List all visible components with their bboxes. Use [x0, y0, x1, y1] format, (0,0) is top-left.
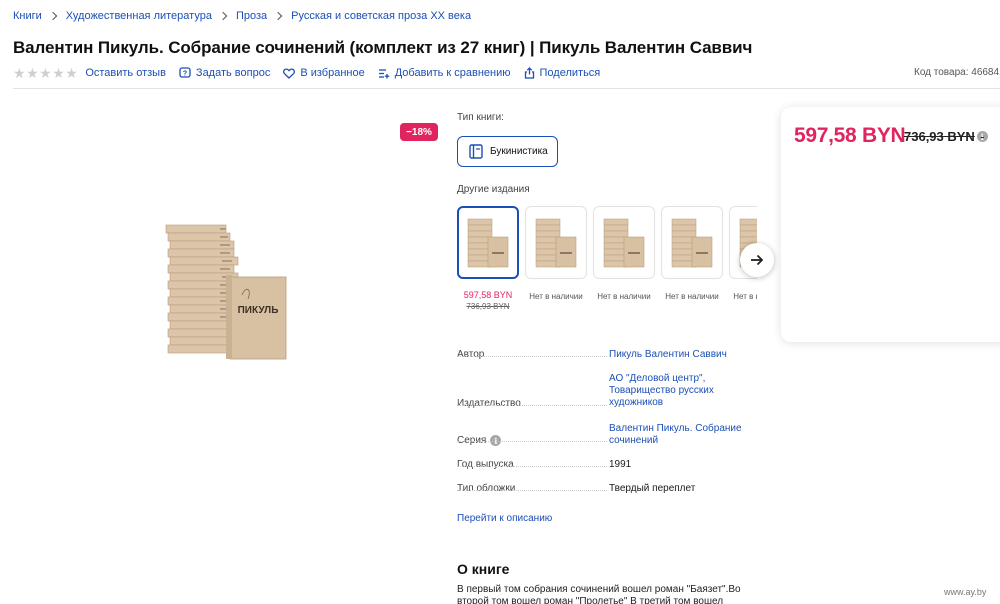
chevron-right-icon [48, 11, 58, 21]
book-type-label: Тип книги: [457, 112, 504, 123]
star-icon: ★ [26, 65, 39, 81]
add-to-compare-label: Добавить к сравнению [394, 67, 511, 79]
page-title: Валентин Пикуль. Собрание сочинений (ком… [13, 38, 753, 57]
rating-stars[interactable]: ★ ★ ★ ★ ★ [13, 66, 78, 80]
edition-thumbnail [457, 206, 519, 279]
ask-question-label: Задать вопрос [195, 67, 271, 79]
spec-leader-dots [457, 490, 607, 491]
leave-review-link[interactable]: Оставить отзыв [85, 67, 166, 79]
carousel-next-button[interactable] [740, 243, 774, 277]
compare-icon [378, 68, 389, 78]
edition-status: Нет в наличии [597, 292, 651, 301]
star-icon: ★ [39, 65, 52, 81]
edition-card[interactable]: 597,58 BYN 736,93 BYN [457, 206, 519, 311]
heart-icon [283, 67, 296, 79]
edition-card[interactable]: Нет в наличии [593, 206, 655, 301]
edition-status: Нет в наличии [529, 292, 583, 301]
question-bubble-icon: ? [179, 67, 191, 78]
edition-card[interactable]: Нет в наличии [525, 206, 587, 301]
star-icon: ★ [65, 65, 78, 81]
svg-text:?: ? [183, 70, 187, 77]
discount-badge: −18% [400, 123, 438, 141]
edition-thumbnail [525, 206, 587, 279]
spec-leader-dots [457, 405, 607, 406]
spec-leader-dots [457, 356, 607, 357]
spec-key-label: Издательство [457, 398, 521, 409]
info-icon[interactable]: i [976, 131, 988, 142]
other-editions-label: Другие издания [457, 184, 530, 195]
product-actions: ★ ★ ★ ★ ★ Оставить отзыв ? Задать вопрос… [13, 66, 613, 80]
spec-value[interactable]: Пикуль Валентин Саввич [609, 349, 749, 361]
share-icon [524, 67, 534, 79]
edition-thumbnail [593, 206, 655, 279]
share-label: Поделиться [539, 67, 601, 79]
about-book-heading: О книге [457, 561, 510, 577]
spec-leader-dots [457, 466, 607, 467]
breadcrumb-item-fiction[interactable]: Художественная литература [66, 10, 212, 22]
star-icon: ★ [52, 65, 65, 81]
edition-thumbnail [661, 206, 723, 279]
product-image[interactable]: ПИКУЛЬ [160, 215, 290, 365]
edition-status: Нет в наличии [665, 292, 719, 301]
go-to-description-link[interactable]: Перейти к описанию [457, 513, 552, 524]
spec-key-label: Автор [457, 349, 485, 360]
edition-card[interactable]: Нет в наличии [661, 206, 723, 301]
about-book-text: В первый том собрания сочинений вошел ро… [457, 584, 741, 604]
leave-review-label: Оставить отзыв [85, 67, 166, 79]
star-icon: ★ [13, 65, 26, 81]
edition-price: 597,58 BYN [463, 290, 513, 300]
book-icon [469, 144, 483, 159]
svg-text:ПИКУЛЬ: ПИКУЛЬ [238, 305, 279, 316]
divider [13, 88, 1000, 89]
add-to-compare-button[interactable]: Добавить к сравнению [378, 67, 511, 79]
spec-leader-dots [457, 441, 607, 442]
book-type-option-used[interactable]: Букинистика [457, 136, 558, 167]
edition-status: Нет в наличии [733, 292, 757, 301]
ask-question-button[interactable]: ? Задать вопрос [179, 67, 270, 79]
old-price-value: 736,93 BYN [904, 129, 975, 144]
arrow-right-icon [751, 254, 764, 266]
spec-key-label: Год выпуска [457, 459, 514, 470]
share-button[interactable]: Поделиться [524, 67, 601, 79]
spec-value: 1991 [609, 459, 632, 470]
spec-value: Твердый переплет [609, 483, 696, 494]
breadcrumb-item-soviet-prose[interactable]: Русская и советская проза XX века [291, 10, 471, 22]
chevron-right-icon [218, 11, 228, 21]
edition-old-price: 736,93 BYN [466, 302, 510, 311]
spec-value[interactable]: АО "Деловой центр", Товарищество русских… [609, 373, 749, 409]
add-to-favorites-label: В избранное [300, 67, 365, 79]
breadcrumb: Книги Художественная литература Проза Ру… [13, 10, 471, 22]
chevron-right-icon [273, 11, 283, 21]
watermark: www.ay.by [944, 587, 987, 597]
book-set-image: ПИКУЛЬ [165, 224, 287, 360]
add-to-favorites-button[interactable]: В избранное [283, 67, 365, 79]
editions-carousel: 597,58 BYN 736,93 BYN Нет в наличии Нет в н… [457, 206, 757, 316]
product-code: Код товара: 466841 [914, 67, 1000, 78]
old-price: 736,93 BYN i [904, 129, 988, 144]
current-price: 597,58 BYN [794, 124, 906, 147]
spec-key-label: Тип обложки [457, 483, 516, 494]
breadcrumb-item-prose[interactable]: Проза [236, 10, 267, 22]
spec-value[interactable]: Валентин Пикуль. Собрание сочинений [609, 423, 749, 447]
breadcrumb-item-books[interactable]: Книги [13, 10, 42, 22]
book-type-option-label: Букинистика [490, 146, 548, 157]
